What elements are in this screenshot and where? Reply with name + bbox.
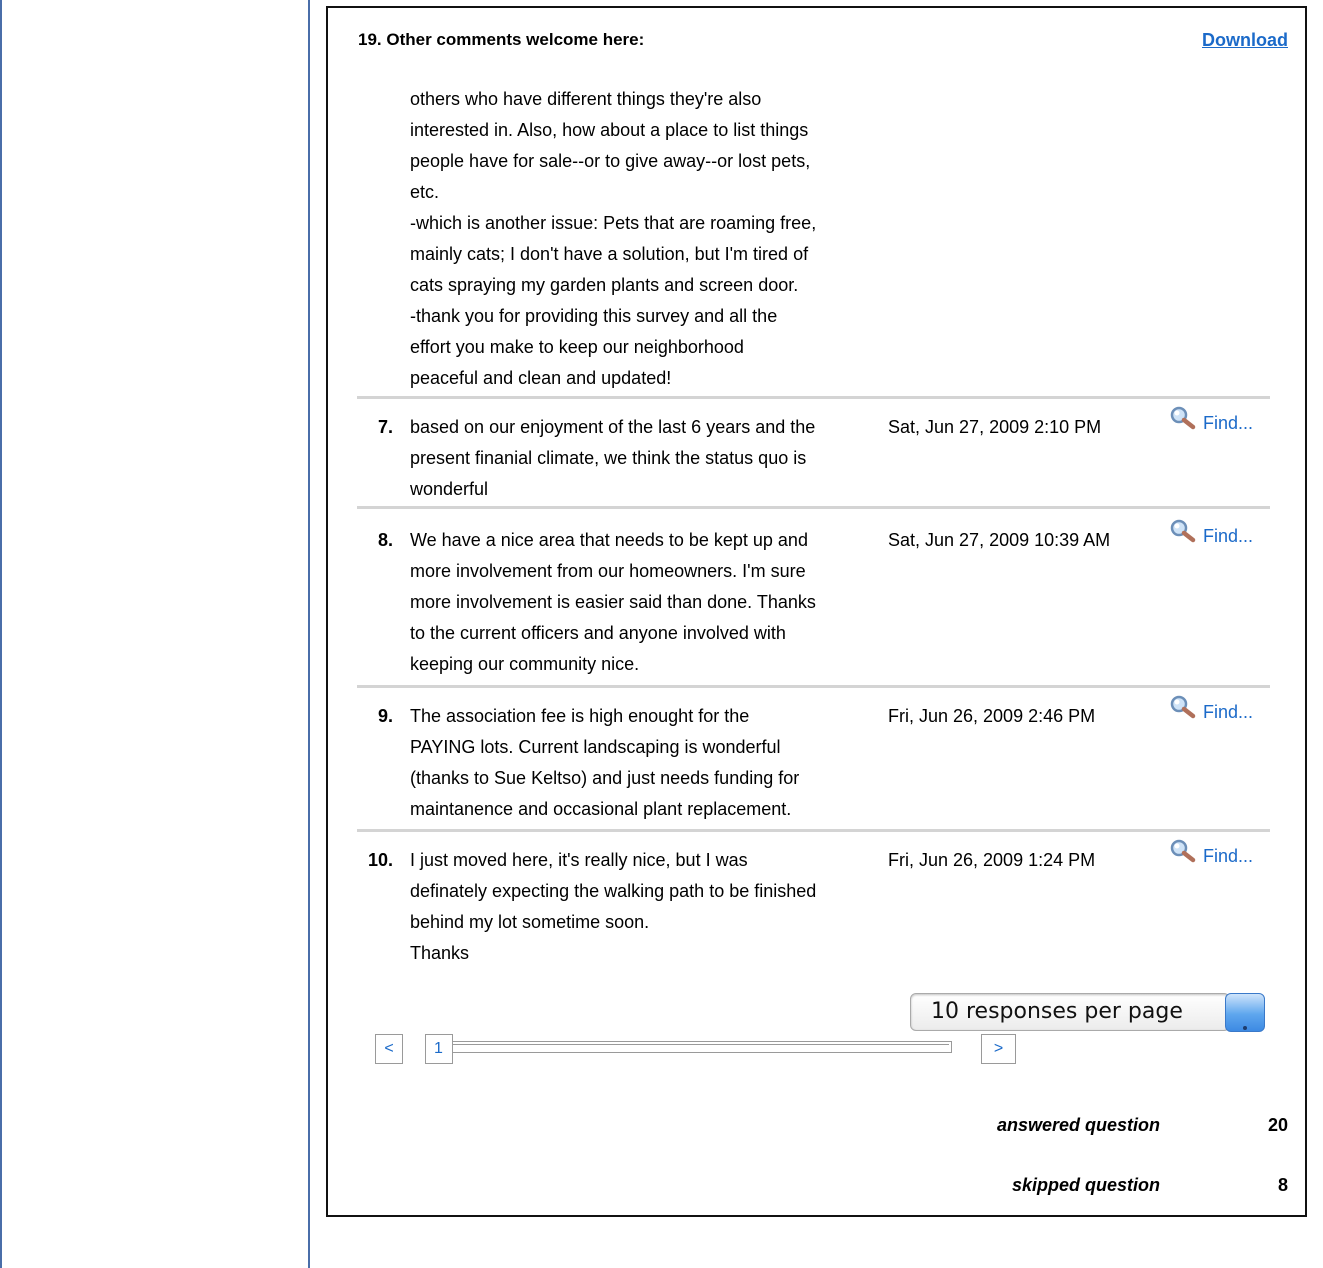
select-field[interactable]: 10 responses per page [910,993,1230,1031]
response-date: Sat, Jun 27, 2009 2:10 PM [888,417,1102,437]
dropdown-arrow-button[interactable] [1225,993,1265,1032]
magnifier-icon [1169,839,1203,873]
find-link[interactable]: Find... [1169,839,1253,873]
find-link[interactable]: Find... [1169,519,1253,553]
response-line: -which is another issue: Pets that are r… [410,213,817,233]
select-value: 10 responses per page [931,999,1183,1024]
response-line: maintanence and occasional plant replace… [410,799,792,819]
response-line: I just moved here, it's really nice, but… [410,850,748,870]
row-separator [357,829,1270,832]
response-date: Fri, Jun 26, 2009 2:46 PM [888,706,1096,726]
response-text: We have a nice area that needs to be kep… [410,525,882,680]
responses-per-page-select[interactable]: 10 responses per page [910,993,1265,1032]
response-line: interested in. Also, how about a place t… [410,120,809,140]
response-line: -thank you for providing this survey and… [410,306,778,326]
row-separator [357,396,1270,399]
find-label: Find... [1203,845,1254,866]
response-line: etc. [410,182,440,202]
response-line: (thanks to Sue Keltso) and just needs fu… [410,768,800,788]
response-line: people have for sale--or to give away--o… [410,151,811,171]
response-line: behind my lot sometime soon. [410,912,650,932]
response-text: based on our enjoyment of the last 6 yea… [410,412,882,505]
response-line: mainly cats; I don't have a solution, bu… [410,244,809,264]
response-line: cats spraying my garden plants and scree… [410,275,799,295]
response-line: definately expecting the walking path to… [410,881,817,901]
skipped-question-count: 8 [1277,1175,1288,1195]
response-line: based on our enjoyment of the last 6 yea… [410,417,816,437]
response-number: 10. [367,850,393,870]
find-label: Find... [1203,412,1254,433]
find-link[interactable]: Find... [1169,406,1253,440]
response-line: keeping our community nice. [410,654,640,674]
magnifier-icon [1169,406,1203,440]
prev-page-button[interactable]: < [375,1034,403,1064]
response-line: The association fee is high enought for … [410,706,750,726]
response-text: I just moved here, it's really nice, but… [410,845,882,969]
next-page-button[interactable]: > [981,1034,1016,1064]
response-number: 9. [377,706,393,726]
left-sidebar [0,0,310,1268]
answered-question-label: answered question [996,1115,1160,1135]
response-date: Fri, Jun 26, 2009 1:24 PM [888,850,1096,870]
response-line: We have a nice area that needs to be kep… [410,530,808,550]
continued-response-text: others who have different things they're… [410,84,880,394]
response-line: more involvement is easier said than don… [410,592,816,612]
response-line: more involvement from our homeowners. I'… [410,561,806,581]
page-scroll-track[interactable] [452,1041,952,1053]
response-number: 8. [377,530,393,550]
answered-question-count: 20 [1267,1115,1288,1135]
response-line: effort you make to keep our neighborhood [410,337,744,357]
row-separator [357,685,1270,688]
response-line: PAYING lots. Current landscaping is wond… [410,737,781,757]
magnifier-icon [1169,519,1203,553]
magnifier-icon [1169,695,1203,729]
response-line: wonderful [410,479,489,499]
skipped-question-label: skipped question [1011,1175,1160,1195]
response-number: 7. [377,417,393,437]
row-separator [357,506,1270,509]
response-line: to the current officers and anyone invol… [410,623,786,643]
question-title: 19. Other comments welcome here: [358,30,645,49]
download-link[interactable]: Download [1202,30,1288,51]
find-label: Find... [1203,701,1254,722]
response-line: present finanial climate, we think the s… [410,448,807,468]
response-line: Thanks [410,943,470,963]
page-1-button[interactable]: 1 [425,1034,453,1064]
response-date: Sat, Jun 27, 2009 10:39 AM [888,530,1111,550]
response-text: The association fee is high enought for … [410,701,882,825]
response-line: others who have different things they're… [410,89,762,109]
find-label: Find... [1203,525,1254,546]
response-line: peaceful and clean and updated! [410,368,672,388]
find-link[interactable]: Find... [1169,695,1253,729]
